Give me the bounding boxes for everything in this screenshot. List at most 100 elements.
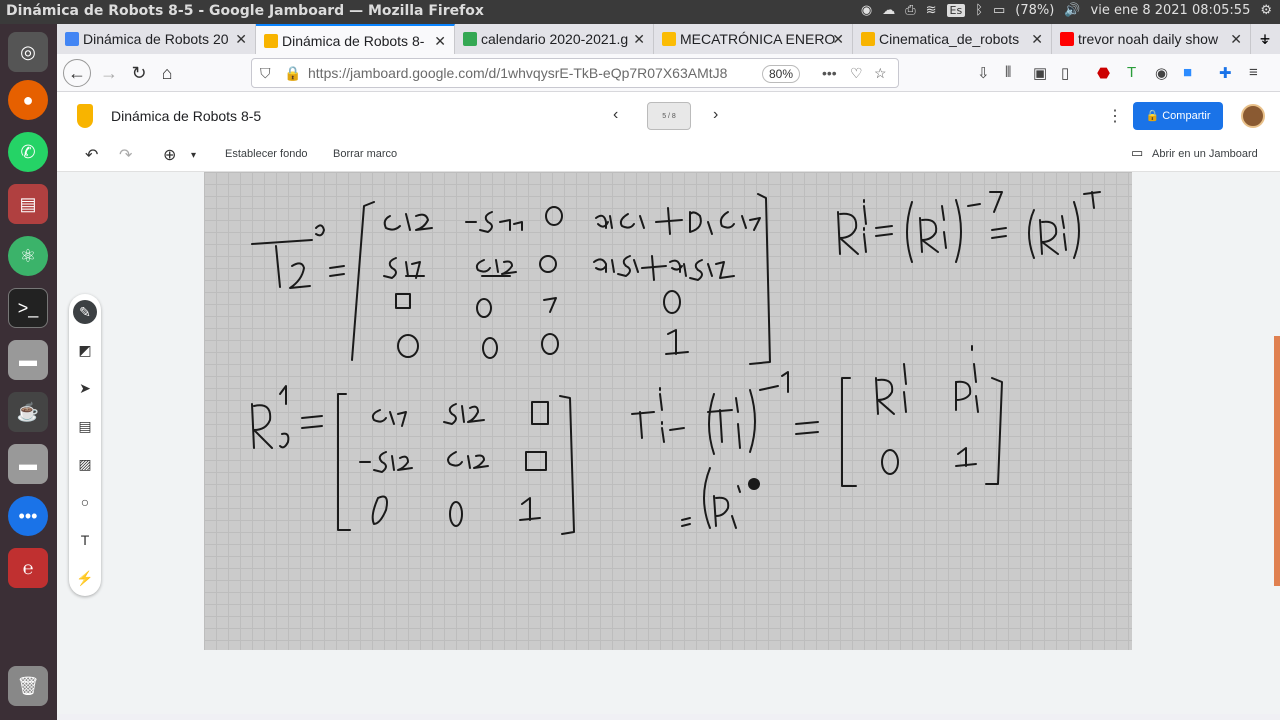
next-frame-icon[interactable]: › — [713, 106, 718, 124]
eraser-icon[interactable]: ◩ — [73, 338, 97, 362]
bookmark-star-icon[interactable]: ☆ — [874, 65, 887, 82]
close-icon[interactable]: ✕ — [235, 24, 247, 54]
files-icon[interactable]: ▤ — [8, 184, 48, 224]
more-options-icon[interactable]: ⋮ — [1107, 106, 1123, 126]
firefox-icon[interactable]: ● — [8, 80, 48, 120]
url-bar[interactable]: ⛉ 🔒 https://jamboard.google.com/d/1whvqy… — [251, 58, 899, 88]
circle-shape-icon[interactable]: ○ — [73, 490, 97, 514]
keyboard-layout[interactable]: Es — [946, 4, 966, 17]
frame-indicator[interactable]: 5 / 8 — [647, 102, 691, 130]
tab[interactable]: trevor noah daily show ✕ — [1052, 24, 1251, 54]
wifi-icon[interactable]: ≋ — [926, 3, 937, 18]
tab[interactable]: MECATRÓNICA ENERO ✕ — [654, 24, 853, 54]
cursor-icon[interactable]: ➤ — [73, 376, 97, 400]
tab-favicon — [1060, 32, 1074, 46]
list-tabs-icon[interactable]: ⌄ — [1250, 24, 1280, 54]
os-top-bar: Dinámica de Robots 8-5 - Google Jamboard… — [0, 0, 1280, 24]
menu-icon[interactable]: ≡ — [1249, 64, 1258, 81]
scrollbar[interactable] — [1274, 336, 1280, 586]
library-icon[interactable]: ⫴ — [1005, 64, 1011, 81]
jamboard-tools: ✎ ◩ ➤ ▤ ▨ ○ T ⚡ — [69, 294, 101, 596]
system-tray: ◉ ☁ ⎙ ≋ Es ᛒ ▭ (78%) 🔊 vie ene 8 2021 08… — [861, 3, 1272, 18]
close-icon[interactable]: ✕ — [633, 24, 645, 54]
ubuntu-icon[interactable]: ◎ — [8, 32, 48, 72]
tab-favicon — [861, 32, 875, 46]
whiteboard-frame[interactable] — [204, 172, 1132, 650]
canvas-area: ✎ ◩ ➤ ▤ ▨ ○ T ⚡ — [57, 172, 1280, 714]
app-icon[interactable]: ℮ — [8, 548, 48, 588]
tab[interactable]: calendario 2020-2021.g ✕ — [455, 24, 654, 54]
translate-extension-icon[interactable]: T — [1127, 64, 1136, 81]
volume-icon[interactable]: 🔊 — [1064, 3, 1080, 18]
shield-icon[interactable]: ⛉ — [260, 65, 271, 82]
close-icon[interactable]: ✕ — [434, 26, 446, 54]
chat-icon[interactable]: ••• — [8, 496, 48, 536]
handwritten-equations — [251, 191, 1101, 535]
close-icon[interactable]: ✕ — [1031, 24, 1043, 54]
sticky-note-icon[interactable]: ▤ — [73, 414, 97, 438]
download-icon[interactable]: ⇩ — [977, 64, 990, 82]
terminal-icon[interactable]: >_ — [8, 288, 48, 328]
jam-title[interactable]: Dinámica de Robots 8-5 — [111, 108, 261, 124]
extensions-icon[interactable]: ✚ — [1219, 64, 1232, 82]
previous-frame-icon[interactable]: ‹ — [613, 106, 618, 124]
forward-arrow-icon[interactable]: → — [95, 59, 123, 87]
tab-favicon — [463, 32, 477, 46]
trash-icon[interactable]: 🗑 — [8, 666, 48, 706]
monitor-icon: ▭ — [1131, 145, 1144, 160]
drive-icon[interactable]: ▬ — [8, 444, 48, 484]
atom-icon[interactable]: ⚛ — [8, 236, 48, 276]
tab[interactable]: Dinámica de Robots 20 ✕ — [57, 24, 256, 54]
open-in-jamboard-button[interactable]: Abrir en un Jamboard — [1152, 148, 1258, 160]
zoom-level[interactable]: 80% — [762, 65, 801, 83]
sidebar-icon[interactable]: ▣ — [1033, 64, 1047, 82]
pocket-icon[interactable]: ♡ — [850, 65, 863, 82]
url-text[interactable]: https://jamboard.google.com/d/1whvqysrE-… — [308, 65, 758, 81]
clear-frame-button[interactable]: Borrar marco — [333, 148, 397, 160]
text-box-icon[interactable]: T — [73, 528, 97, 552]
chevron-down-icon[interactable]: ▾ — [191, 150, 196, 161]
laser-icon[interactable]: ⚡ — [73, 566, 97, 590]
window-title: Dinámica de Robots 8-5 - Google Jamboard… — [6, 3, 484, 19]
tab[interactable]: Cinematica_de_robots ✕ — [853, 24, 1052, 54]
settings-gear-icon[interactable]: ⚙ — [1260, 3, 1272, 18]
account-icon[interactable]: ◉ — [1155, 64, 1168, 82]
page-actions-icon[interactable]: ••• — [822, 65, 837, 81]
browser-window: Dinámica de Robots 20 ✕ Dinámica de Robot… — [57, 24, 1280, 720]
close-icon[interactable]: ✕ — [832, 24, 844, 54]
zoom-icon[interactable]: ⊕ — [163, 145, 176, 165]
clock[interactable]: vie ene 8 2021 08:05:55 — [1091, 3, 1251, 18]
drive-icon[interactable]: ▬ — [8, 340, 48, 380]
camera-icon[interactable]: ◉ — [861, 3, 872, 18]
undo-icon[interactable]: ↶ — [85, 145, 98, 165]
tab-active[interactable]: Dinámica de Robots 8- ✕ — [256, 24, 455, 54]
zoom-extension-icon[interactable]: ■ — [1183, 64, 1192, 81]
image-icon[interactable]: ▨ — [73, 452, 97, 476]
battery-icon[interactable]: ▭ — [993, 3, 1005, 18]
lock-icon[interactable]: 🔒 — [284, 65, 301, 82]
launcher-dock: ◎ ● ✆ ▤ ⚛ >_ ▬ ☕ ▬ ••• ℮ 🗑 — [0, 24, 57, 720]
back-arrow-icon[interactable]: ← — [63, 59, 91, 87]
share-button[interactable]: 🔒 Compartir — [1133, 102, 1223, 130]
printer-icon[interactable]: ⎙ — [905, 3, 915, 18]
whatsapp-icon[interactable]: ✆ — [8, 132, 48, 172]
redo-icon[interactable]: ↷ — [119, 145, 132, 165]
navigation-bar: ← → ↻ ⌂ ⛉ 🔒 https://jamboard.google.com/… — [57, 54, 1280, 92]
avatar[interactable] — [1241, 104, 1265, 128]
cloud-icon[interactable]: ☁ — [882, 3, 895, 18]
tab-favicon — [662, 32, 676, 46]
pen-icon[interactable]: ✎ — [73, 300, 97, 324]
set-background-button[interactable]: Establecer fondo — [225, 148, 308, 160]
jamboard-toolbar: ↶ ↷ ⊕ ▾ Establecer fondo Borrar marco ▭ … — [57, 140, 1280, 172]
jamboard-logo-icon[interactable] — [77, 104, 93, 128]
reload-icon[interactable]: ↻ — [125, 59, 153, 87]
extension-icon[interactable]: ⬣ — [1097, 64, 1110, 82]
java-icon[interactable]: ☕ — [8, 392, 48, 432]
tab-favicon — [264, 34, 278, 48]
tab-favicon — [65, 32, 79, 46]
bluetooth-icon[interactable]: ᛒ — [975, 3, 983, 18]
jamboard-header: Dinámica de Robots 8-5 ‹ 5 / 8 › ⋮ 🔒 Com… — [57, 92, 1280, 140]
home-icon[interactable]: ⌂ — [153, 59, 181, 87]
close-icon[interactable]: ✕ — [1230, 24, 1242, 54]
reader-icon[interactable]: ▯ — [1061, 64, 1069, 82]
